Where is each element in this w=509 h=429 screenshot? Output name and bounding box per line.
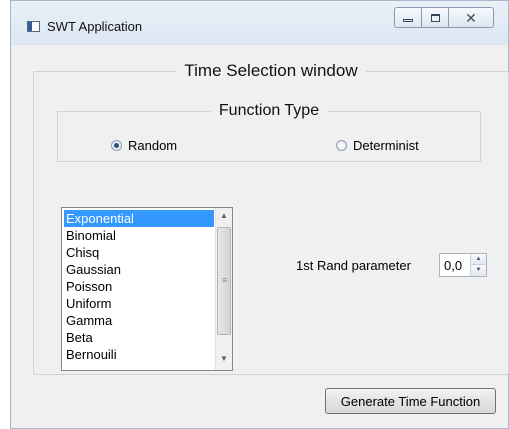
title-bar[interactable]: SWT Application ✕ xyxy=(11,1,508,45)
function-type-group: Function Type Random Determinist xyxy=(57,102,481,162)
radio-selected-icon xyxy=(111,140,122,151)
list-item[interactable]: Bernouili xyxy=(64,346,117,363)
list-item[interactable]: Chisq xyxy=(64,244,99,261)
list-item[interactable]: Uniform xyxy=(64,295,112,312)
close-icon: ✕ xyxy=(465,9,477,26)
list-scrollbar[interactable]: ▲ ≡ ▼ xyxy=(215,208,232,370)
list-item[interactable]: Poisson xyxy=(64,278,112,295)
function-type-legend: Function Type xyxy=(218,102,320,119)
scroll-thumb[interactable]: ≡ xyxy=(217,227,231,335)
maximize-button[interactable] xyxy=(421,7,449,28)
app-window: SWT Application ✕ Time Selection window … xyxy=(10,0,509,429)
spinner-buttons: ▲ ▼ xyxy=(470,254,486,276)
rand-parameter-spinner[interactable]: 0,0 ▲ ▼ xyxy=(439,253,487,277)
spinner-up-icon[interactable]: ▲ xyxy=(471,254,486,265)
list-item[interactable]: Exponential xyxy=(64,210,214,227)
list-item[interactable]: Binomial xyxy=(64,227,116,244)
list-item[interactable]: Gamma xyxy=(64,312,112,329)
rand-parameter-label: 1st Rand parameter xyxy=(296,258,411,273)
radio-random[interactable]: Random xyxy=(111,138,177,153)
time-selection-group: Time Selection window Function Type Rand… xyxy=(33,61,509,375)
time-selection-legend: Time Selection window xyxy=(184,61,358,80)
window-title: SWT Application xyxy=(47,19,143,34)
app-icon xyxy=(27,21,40,32)
spinner-down-icon[interactable]: ▼ xyxy=(471,265,486,276)
minimize-button[interactable] xyxy=(394,7,422,28)
radio-determinist-label: Determinist xyxy=(353,138,419,153)
radio-determinist[interactable]: Determinist xyxy=(336,138,419,153)
generate-time-function-button[interactable]: Generate Time Function xyxy=(325,388,496,414)
list-item[interactable]: Beta xyxy=(64,329,93,346)
radio-unselected-icon xyxy=(336,140,347,151)
radio-random-label: Random xyxy=(128,138,178,153)
minimize-icon xyxy=(403,19,413,22)
rand-parameter-value[interactable]: 0,0 xyxy=(444,258,462,273)
list-item[interactable]: Gaussian xyxy=(64,261,121,278)
close-button[interactable]: ✕ xyxy=(448,7,494,28)
scroll-up-icon[interactable]: ▲ xyxy=(219,211,229,223)
maximize-icon xyxy=(430,13,440,22)
scroll-grip-icon: ≡ xyxy=(222,275,228,285)
distribution-listbox[interactable]: Exponential Binomial Chisq Gaussian Pois… xyxy=(61,207,233,371)
scroll-down-icon[interactable]: ▼ xyxy=(219,354,229,366)
